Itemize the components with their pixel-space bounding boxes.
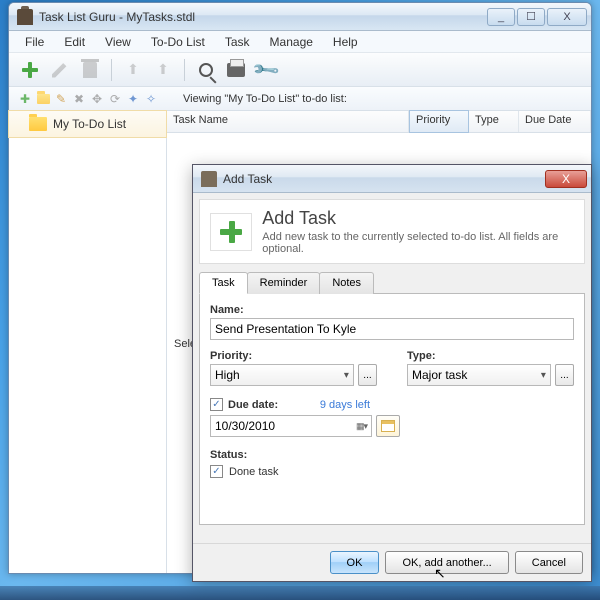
main-toolbar: ⬆ ⬆ 🔧 <box>9 53 591 87</box>
due-date-value: 10/30/2010 <box>215 419 275 433</box>
mini-refresh-icon[interactable]: ⟳ <box>107 91 123 107</box>
arrow-up-icon: ⬆ <box>126 63 140 77</box>
ok-button[interactable]: OK <box>330 551 380 574</box>
plus-icon <box>220 221 242 243</box>
tree-item-my-todo-list[interactable]: My To-Do List <box>8 110 167 138</box>
tree-toolbar: ✚ ✎ ✖ ✥ ⟳ ✦ ✧ <box>17 91 173 107</box>
printer-icon <box>227 63 245 77</box>
arrow-down-icon: ⬆ <box>156 63 170 77</box>
dialog-body: Add Task Add new task to the currently s… <box>193 193 591 543</box>
menu-help[interactable]: Help <box>323 33 368 51</box>
calendar-icon <box>381 420 395 432</box>
dialog-header: Add Task Add new task to the currently s… <box>199 199 585 264</box>
maximize-button[interactable]: ☐ <box>517 8 545 26</box>
window-controls: _ ☐ X <box>487 8 587 26</box>
priority-label: Priority: <box>210 350 377 362</box>
column-type[interactable]: Type <box>469 111 519 132</box>
add-task-dialog: Add Task X Add Task Add new task to the … <box>192 164 592 582</box>
toolbar-separator <box>184 59 185 81</box>
toolbar-separator <box>111 59 112 81</box>
secondary-toolbar: ✚ ✎ ✖ ✥ ⟳ ✦ ✧ Viewing "My To-Do List" to… <box>9 87 591 111</box>
type-value: Major task <box>412 368 467 382</box>
status-label: Status: <box>210 449 574 461</box>
titlebar: Task List Guru - MyTasks.stdl _ ☐ X <box>9 3 591 31</box>
dialog-tabs: Task Reminder Notes <box>199 272 585 294</box>
dialog-footer: OK OK, add another... Cancel <box>193 543 591 581</box>
menu-view[interactable]: View <box>95 33 141 51</box>
dialog-heading-icon <box>210 213 252 251</box>
settings-button[interactable]: 🔧 <box>253 57 279 83</box>
type-browse-button[interactable]: ... <box>555 364 574 386</box>
type-label: Type: <box>407 350 574 362</box>
due-date-label: Due date: <box>228 399 278 411</box>
search-button[interactable] <box>193 57 219 83</box>
search-icon <box>199 63 213 77</box>
menu-manage[interactable]: Manage <box>260 33 323 51</box>
move-down-button[interactable]: ⬆ <box>150 57 176 83</box>
add-task-button[interactable] <box>17 57 43 83</box>
column-headers: Task Name Priority Type Due Date <box>167 111 591 133</box>
folder-icon <box>29 117 47 131</box>
close-button[interactable]: X <box>547 8 587 26</box>
minimize-button[interactable]: _ <box>487 8 515 26</box>
dialog-title: Add Task <box>223 172 545 186</box>
mini-expand-icon[interactable]: ✦ <box>125 91 141 107</box>
name-label: Name: <box>210 304 574 316</box>
dialog-titlebar[interactable]: Add Task X <box>193 165 591 193</box>
menubar: File Edit View To-Do List Task Manage He… <box>9 31 591 53</box>
print-button[interactable] <box>223 57 249 83</box>
priority-browse-button[interactable]: ... <box>358 364 377 386</box>
done-task-label: Done task <box>229 466 279 478</box>
mini-gear-icon[interactable]: ✥ <box>89 91 105 107</box>
mini-add-icon[interactable]: ✚ <box>17 91 33 107</box>
type-select[interactable]: Major task <box>407 364 551 386</box>
dialog-app-icon <box>201 171 217 187</box>
due-date-checkbox[interactable]: ✓ <box>210 398 223 411</box>
dialog-heading-text: Add Task Add new task to the currently s… <box>262 208 574 255</box>
menu-edit[interactable]: Edit <box>54 33 95 51</box>
mini-collapse-icon[interactable]: ✧ <box>143 91 159 107</box>
due-date-input[interactable]: 10/30/2010 <box>210 415 372 437</box>
tab-notes[interactable]: Notes <box>319 272 374 294</box>
delete-task-button[interactable] <box>77 57 103 83</box>
app-icon <box>17 9 33 25</box>
tab-task[interactable]: Task <box>199 272 248 294</box>
window-title: Task List Guru - MyTasks.stdl <box>39 10 487 24</box>
priority-value: High <box>215 368 240 382</box>
dialog-heading: Add Task <box>262 208 574 229</box>
done-task-checkbox[interactable]: ✓ <box>210 465 223 478</box>
menu-todo-list[interactable]: To-Do List <box>141 33 215 51</box>
cancel-button[interactable]: Cancel <box>515 551 583 574</box>
edit-task-button[interactable] <box>47 57 73 83</box>
mini-folder-icon[interactable] <box>35 91 51 107</box>
menu-task[interactable]: Task <box>215 33 260 51</box>
priority-select[interactable]: High <box>210 364 354 386</box>
viewing-label: Viewing "My To-Do List" to-do list: <box>173 93 347 105</box>
wrench-icon: 🔧 <box>253 57 278 82</box>
mini-delete-icon[interactable]: ✖ <box>71 91 87 107</box>
column-due-date[interactable]: Due Date <box>519 111 591 132</box>
column-priority[interactable]: Priority <box>409 110 469 133</box>
days-left-label: 9 days left <box>320 399 370 411</box>
dialog-close-button[interactable]: X <box>545 170 587 188</box>
calendar-button[interactable] <box>376 415 400 437</box>
mini-edit-icon[interactable]: ✎ <box>53 91 69 107</box>
move-up-button[interactable]: ⬆ <box>120 57 146 83</box>
tree-panel: My To-Do List <box>9 111 167 573</box>
trash-icon <box>83 62 97 78</box>
task-name-input[interactable] <box>210 318 574 340</box>
dialog-subheading: Add new task to the currently selected t… <box>262 231 574 255</box>
tab-reminder[interactable]: Reminder <box>247 272 321 294</box>
plus-icon <box>20 60 40 80</box>
column-task-name[interactable]: Task Name <box>167 111 409 132</box>
pencil-icon <box>52 62 68 78</box>
tree-item-label: My To-Do List <box>53 117 126 131</box>
ok-add-another-button[interactable]: OK, add another... <box>385 551 508 574</box>
taskbar <box>0 586 600 600</box>
tab-task-content: Name: Priority: High ... Type: Major tas… <box>199 293 585 525</box>
menu-file[interactable]: File <box>15 33 54 51</box>
